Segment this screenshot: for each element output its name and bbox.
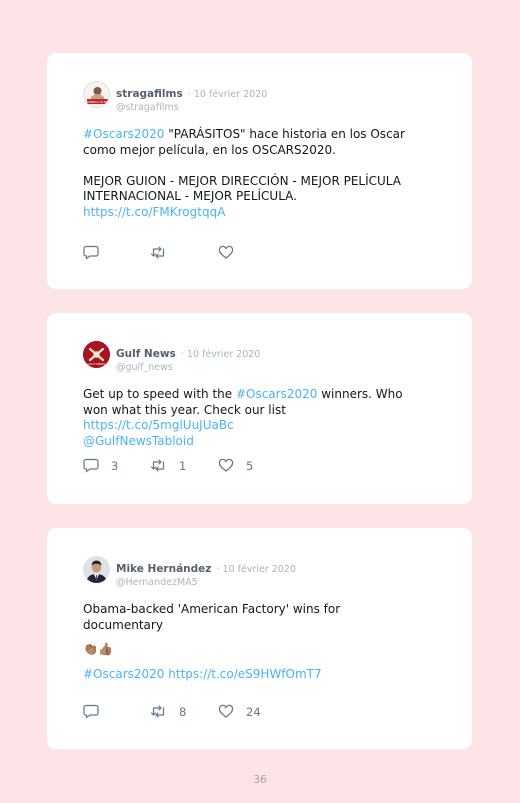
- url-link[interactable]: https://t.co/eS9HWfOmT7: [168, 667, 321, 681]
- retweet-button[interactable]: 1: [150, 458, 186, 473]
- tweet-date[interactable]: · 10 février 2020: [217, 564, 296, 575]
- like-count: 24: [246, 704, 261, 719]
- hashtag-link[interactable]: #Oscars2020: [83, 667, 164, 681]
- tweet-actions: [83, 245, 423, 263]
- reply-button[interactable]: [83, 245, 111, 260]
- url-link[interactable]: https://t.co/5mglUuJUaBc: [83, 418, 234, 432]
- avatar[interactable]: GULF NEWS: [83, 341, 110, 368]
- retweet-button[interactable]: 8: [150, 704, 186, 719]
- svg-text:STREGA FILMS: STREGA FILMS: [87, 100, 109, 104]
- author-handle[interactable]: @HernandezMA5: [116, 577, 296, 588]
- mention-link[interactable]: @GulfNewsTabloid: [83, 434, 194, 448]
- svg-text:GULF NEWS: GULF NEWS: [88, 362, 106, 366]
- user-photo-icon: [83, 556, 110, 583]
- reply-icon: [83, 458, 99, 473]
- hashtag-link[interactable]: #Oscars2020: [236, 387, 317, 401]
- tweet-card: STREGA FILMS stragafilms · 10 février 20…: [47, 53, 472, 289]
- like-button[interactable]: 24: [218, 704, 261, 719]
- tweet-card: GULF NEWS Gulf News · 10 février 2020 @g…: [47, 313, 472, 504]
- reply-icon: [83, 704, 99, 719]
- heart-icon: [218, 245, 234, 259]
- retweet-icon: [150, 705, 165, 718]
- page-number: 36: [253, 774, 267, 786]
- avatar[interactable]: [83, 556, 110, 583]
- tweet-actions: 3 1 5: [83, 458, 423, 476]
- heart-icon: [218, 704, 234, 718]
- tweet-date[interactable]: · 10 février 2020: [181, 349, 260, 360]
- reply-count: 3: [111, 458, 119, 473]
- reply-icon: [83, 245, 99, 260]
- author-name[interactable]: Gulf News: [116, 348, 176, 360]
- retweet-icon: [150, 246, 165, 259]
- author-handle[interactable]: @stragafilms: [116, 102, 267, 113]
- author-handle[interactable]: @gulf_news: [116, 362, 260, 373]
- heart-icon: [218, 458, 234, 472]
- clap-emoji-icon: 👏🏽👍🏽: [83, 642, 113, 656]
- tweet-date[interactable]: · 10 février 2020: [188, 89, 267, 100]
- reply-button[interactable]: 3: [83, 458, 118, 473]
- reply-button[interactable]: [83, 704, 111, 719]
- url-link[interactable]: https://t.co/FMKrogtqqA: [83, 205, 225, 219]
- like-button[interactable]: [218, 245, 246, 260]
- retweet-count: 1: [179, 458, 187, 473]
- gulf-news-logo-icon: GULF NEWS: [83, 341, 110, 368]
- retweet-icon: [150, 459, 165, 472]
- tweet-text: #Oscars2020 "PARÁSITOS" hace historia en…: [83, 127, 423, 220]
- retweet-button[interactable]: [150, 245, 179, 260]
- tweet-text-line: Obama-backed 'American Factory' wins for…: [83, 602, 341, 632]
- like-count: 5: [246, 458, 254, 473]
- tweet-text: Get up to speed with the #Oscars2020 win…: [83, 387, 423, 449]
- author-name[interactable]: Mike Hernández: [116, 563, 211, 575]
- like-button[interactable]: 5: [218, 458, 253, 473]
- tweet-text: Obama-backed 'American Factory' wins for…: [83, 602, 423, 682]
- tweet-card: Mike Hernández · 10 février 2020 @Hernan…: [47, 528, 472, 749]
- retweet-count: 8: [179, 704, 187, 719]
- strega-films-logo-icon: STREGA FILMS: [84, 82, 109, 107]
- author-name[interactable]: stragafilms: [116, 88, 183, 100]
- avatar[interactable]: STREGA FILMS: [83, 81, 110, 108]
- tweet-text-segment: Get up to speed with the: [83, 387, 236, 401]
- hashtag-link[interactable]: #Oscars2020: [83, 127, 164, 141]
- tweet-text-line: MEJOR GUION - MEJOR DIRECCIÓN - MEJOR PE…: [83, 173, 401, 204]
- tweet-actions: 8 24: [83, 704, 423, 722]
